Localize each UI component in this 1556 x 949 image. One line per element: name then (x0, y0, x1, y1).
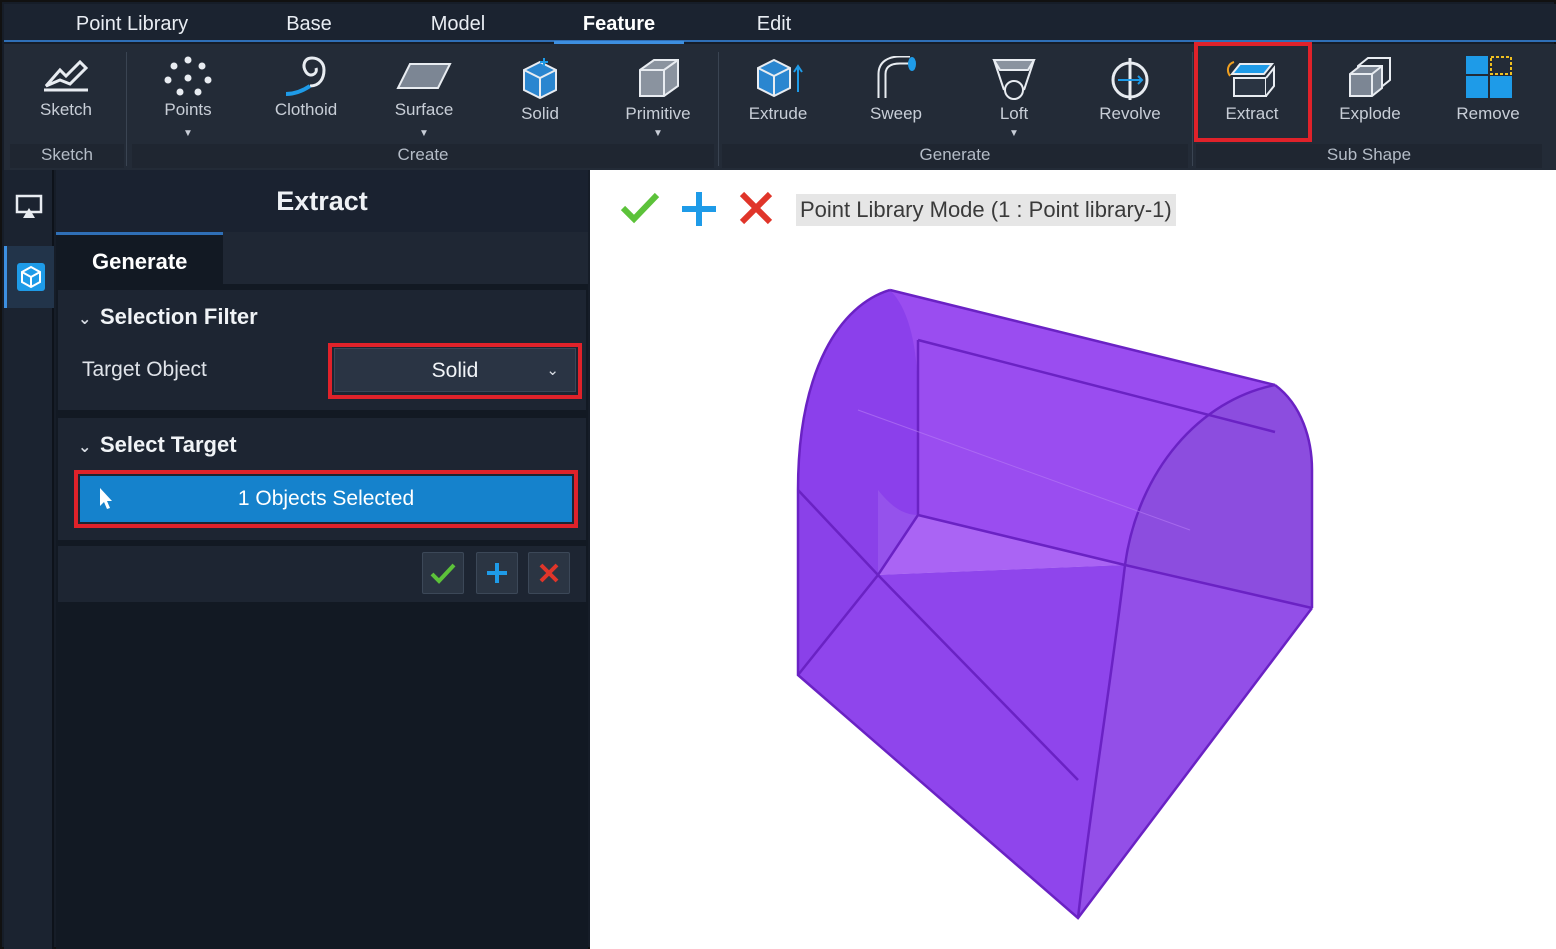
chevron-down-icon: ⌄ (78, 311, 92, 328)
group-label-sketch: Sketch (10, 144, 124, 168)
cancel-button[interactable] (528, 552, 570, 594)
selection-filter-title: Selection Filter (100, 304, 258, 329)
revolve-label: Revolve (1099, 104, 1161, 123)
ribbon-separator (718, 52, 719, 166)
points-icon (164, 56, 212, 96)
extract-panel: Extract Generate ⌄ Selection Filter Targe… (56, 170, 588, 949)
tab-model[interactable]: Model (408, 4, 508, 42)
sketch-icon (44, 59, 89, 92)
clothoid-label: Clothoid (274, 100, 338, 119)
extrude-icon (757, 58, 803, 98)
loft-dropdown-arrow[interactable]: ▼ (964, 128, 1064, 139)
sketch-button[interactable]: Sketch (16, 50, 116, 142)
tab-feature[interactable]: Feature (554, 4, 684, 44)
points-dropdown-arrow[interactable]: ▼ (138, 128, 238, 139)
side-icon-strip (4, 170, 54, 949)
cancel-icon (539, 563, 559, 583)
cube-icon (16, 263, 45, 291)
primitive-icon (639, 59, 679, 97)
menu-bar: Point Library Base Model Feature Edit (4, 4, 1556, 44)
group-label-create: Create (132, 144, 714, 168)
surface-button[interactable]: Surface ▼ (374, 50, 474, 142)
display-icon (15, 194, 43, 218)
sweep-button[interactable]: Sweep (846, 50, 946, 142)
explode-icon (1349, 57, 1391, 97)
explode-button[interactable]: Explode (1320, 50, 1420, 142)
panel-action-bar (58, 546, 586, 602)
sweep-icon (877, 56, 916, 98)
sketch-label: Sketch (40, 100, 92, 119)
add-button[interactable] (476, 552, 518, 594)
tab-edit[interactable]: Edit (734, 4, 814, 42)
selection-filter-section: ⌄ Selection Filter Target Object Solid ⌄ (58, 290, 586, 410)
extrude-button[interactable]: Extrude (728, 50, 828, 142)
ribbon-separator (1192, 52, 1193, 166)
primitive-label: Primitive (625, 104, 691, 123)
loft-button[interactable]: Loft ▼ (964, 50, 1064, 142)
remove-label: Remove (1456, 104, 1520, 123)
remove-button[interactable]: Remove (1438, 50, 1538, 142)
revolve-icon (1111, 58, 1149, 100)
tab-generate[interactable]: Generate (56, 232, 224, 284)
sweep-label: Sweep (870, 104, 922, 123)
panel-title: Extract (56, 170, 588, 232)
ribbon-toolbar: Sketch Points ▼ Clothoid Surface ▼ Solid… (4, 42, 1556, 170)
remove-icon (1466, 56, 1512, 98)
group-label-sub-shape: Sub Shape (1196, 144, 1542, 168)
select-target-header[interactable]: ⌄ Select Target (78, 432, 237, 458)
confirm-button[interactable] (422, 552, 464, 594)
select-target-title: Select Target (100, 432, 237, 457)
solid-label: Solid (521, 104, 559, 123)
loft-icon (992, 59, 1036, 100)
surface-dropdown-arrow[interactable]: ▼ (374, 128, 474, 139)
clothoid-button[interactable]: Clothoid (256, 50, 356, 142)
target-object-highlight (328, 343, 582, 399)
3d-viewport[interactable]: Point Library Mode (1 : Point library-1) (590, 170, 1556, 949)
panel-tab-bar: Generate (56, 232, 588, 284)
extrude-label: Extrude (748, 104, 808, 123)
points-label: Points (164, 100, 212, 119)
explode-label: Explode (1339, 104, 1401, 123)
target-object-label: Target Object (82, 358, 207, 381)
select-target-section: ⌄ Select Target 1 Objects Selected (58, 418, 586, 540)
points-button[interactable]: Points ▼ (138, 50, 238, 142)
group-label-generate: Generate (722, 144, 1188, 168)
ribbon-separator (126, 52, 127, 166)
revolve-button[interactable]: Revolve (1080, 50, 1180, 142)
surface-label: Surface (394, 100, 454, 119)
surface-icon (396, 63, 452, 89)
confirm-icon (430, 563, 456, 584)
primitive-button[interactable]: Primitive ▼ (608, 50, 708, 142)
select-target-highlight (74, 470, 578, 528)
tab-point-library[interactable]: Point Library (44, 4, 220, 42)
solid-shape[interactable] (590, 170, 1556, 949)
extract-highlight (1194, 42, 1312, 142)
cube-button[interactable] (4, 246, 54, 308)
solid-button[interactable]: Solid (490, 50, 590, 142)
loft-label: Loft (999, 104, 1029, 123)
tab-base[interactable]: Base (264, 4, 354, 42)
app-window: Point Library Base Model Feature Edit Sk… (0, 0, 1556, 949)
chevron-down-icon: ⌄ (78, 439, 92, 456)
primitive-dropdown-arrow[interactable]: ▼ (608, 128, 708, 139)
selection-filter-header[interactable]: ⌄ Selection Filter (78, 304, 258, 330)
solid-icon (523, 58, 557, 100)
display-button[interactable] (4, 176, 54, 238)
clothoid-icon (285, 56, 326, 96)
add-icon (487, 563, 507, 583)
